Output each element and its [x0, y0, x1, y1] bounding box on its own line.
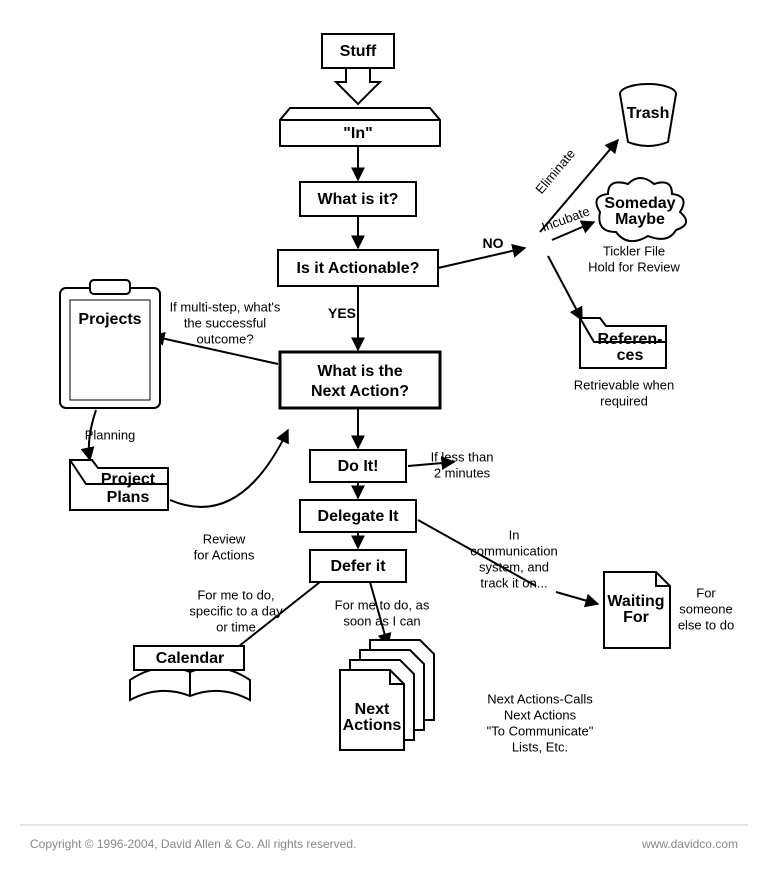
node-someday: Someday Maybe	[596, 178, 686, 241]
doit-label: Do It!	[338, 458, 379, 475]
retrievable-l2: required	[600, 393, 648, 408]
node-stuff: Stuff	[322, 34, 394, 104]
references-l2: ces	[617, 347, 644, 364]
next-action-l1: What is the	[317, 363, 402, 380]
review-l1: Review	[203, 531, 246, 546]
multistep-l3: outcome?	[196, 331, 253, 346]
project-plans-l2: Plans	[107, 489, 150, 506]
two-min-l2: 2 minutes	[434, 465, 491, 480]
review-l2: for Actions	[194, 547, 255, 562]
for-someone-l3: else to do	[678, 617, 734, 632]
calendar-label: Calendar	[156, 650, 224, 667]
node-trash: Trash	[620, 84, 676, 146]
no-label: NO	[483, 235, 504, 251]
node-do-it: Do It!	[310, 450, 406, 482]
tickler-l2: Hold for Review	[588, 259, 680, 274]
edge-no	[438, 248, 525, 268]
lists-l4: Lists, Etc.	[512, 739, 568, 754]
footer-url: www.davidco.com	[641, 837, 738, 851]
next-action-l2: Next Action?	[311, 383, 409, 400]
node-in: "In"	[280, 108, 440, 146]
node-projects: Projects	[60, 280, 160, 408]
node-references: Referen- ces	[580, 318, 666, 368]
multistep-l1: If multi-step, what's	[170, 299, 281, 314]
references-l1: Referen-	[598, 331, 663, 348]
in-comm-l2: communication	[470, 543, 557, 558]
next-actions-l1: Next	[355, 701, 390, 718]
lists-l2: Next Actions	[504, 707, 577, 722]
edge-comm-waiting	[556, 592, 598, 604]
node-waiting: Waiting For	[604, 572, 670, 648]
next-actions-l2: Actions	[343, 717, 402, 734]
in-comm-l4: track it on...	[480, 575, 547, 590]
in-comm-l3: system, and	[479, 559, 549, 574]
for-me-soon-l2: soon as I can	[343, 613, 420, 628]
in-comm-l1: In	[509, 527, 520, 542]
what-is-it-label: What is it?	[318, 191, 399, 208]
for-me-soon-l1: For me to do, as	[335, 597, 430, 612]
project-plans-l1: Project	[101, 471, 156, 488]
node-defer: Defer it	[310, 550, 406, 582]
node-next-actions: Next Actions	[340, 640, 434, 750]
for-me-day-l1: For me to do,	[197, 587, 274, 602]
someday-l2: Maybe	[615, 211, 665, 228]
node-next-action: What is the Next Action?	[280, 352, 440, 408]
delegate-label: Delegate It	[318, 508, 400, 525]
yes-label: YES	[328, 305, 356, 321]
planning-label: Planning	[85, 427, 136, 442]
node-actionable: Is it Actionable?	[278, 250, 438, 286]
for-someone-l1: For	[696, 585, 716, 600]
incubate-label: Incubate	[540, 203, 592, 234]
waiting-l2: For	[623, 609, 649, 626]
node-what-is-it: What is it?	[300, 182, 416, 216]
edge-references	[548, 256, 582, 320]
for-me-day-l2: specific to a day	[189, 603, 283, 618]
actionable-label: Is it Actionable?	[297, 260, 420, 277]
for-someone-l2: someone	[679, 601, 732, 616]
copyright: Copyright © 1996-2004, David Allen & Co.…	[30, 837, 356, 851]
tickler-l1: Tickler File	[603, 243, 665, 258]
node-project-plans: Project Plans	[70, 460, 168, 510]
projects-label: Projects	[78, 311, 141, 328]
defer-label: Defer it	[330, 558, 386, 575]
for-me-day-l3: or time	[216, 619, 256, 634]
waiting-l1: Waiting	[607, 593, 664, 610]
lists-l1: Next Actions-Calls	[487, 691, 593, 706]
edge-review	[170, 430, 288, 507]
lists-l3: "To Communicate"	[487, 723, 594, 738]
multistep-l2: the successful	[184, 315, 266, 330]
trash-label: Trash	[627, 105, 670, 122]
two-min-l1: If less than	[431, 449, 494, 464]
node-delegate: Delegate It	[300, 500, 416, 532]
in-label: "In"	[343, 125, 372, 142]
retrievable-l1: Retrievable when	[574, 377, 674, 392]
eliminate-label: Eliminate	[532, 146, 578, 197]
node-calendar: Calendar	[130, 646, 250, 700]
someday-l1: Someday	[604, 195, 675, 212]
stuff-label: Stuff	[340, 43, 377, 60]
